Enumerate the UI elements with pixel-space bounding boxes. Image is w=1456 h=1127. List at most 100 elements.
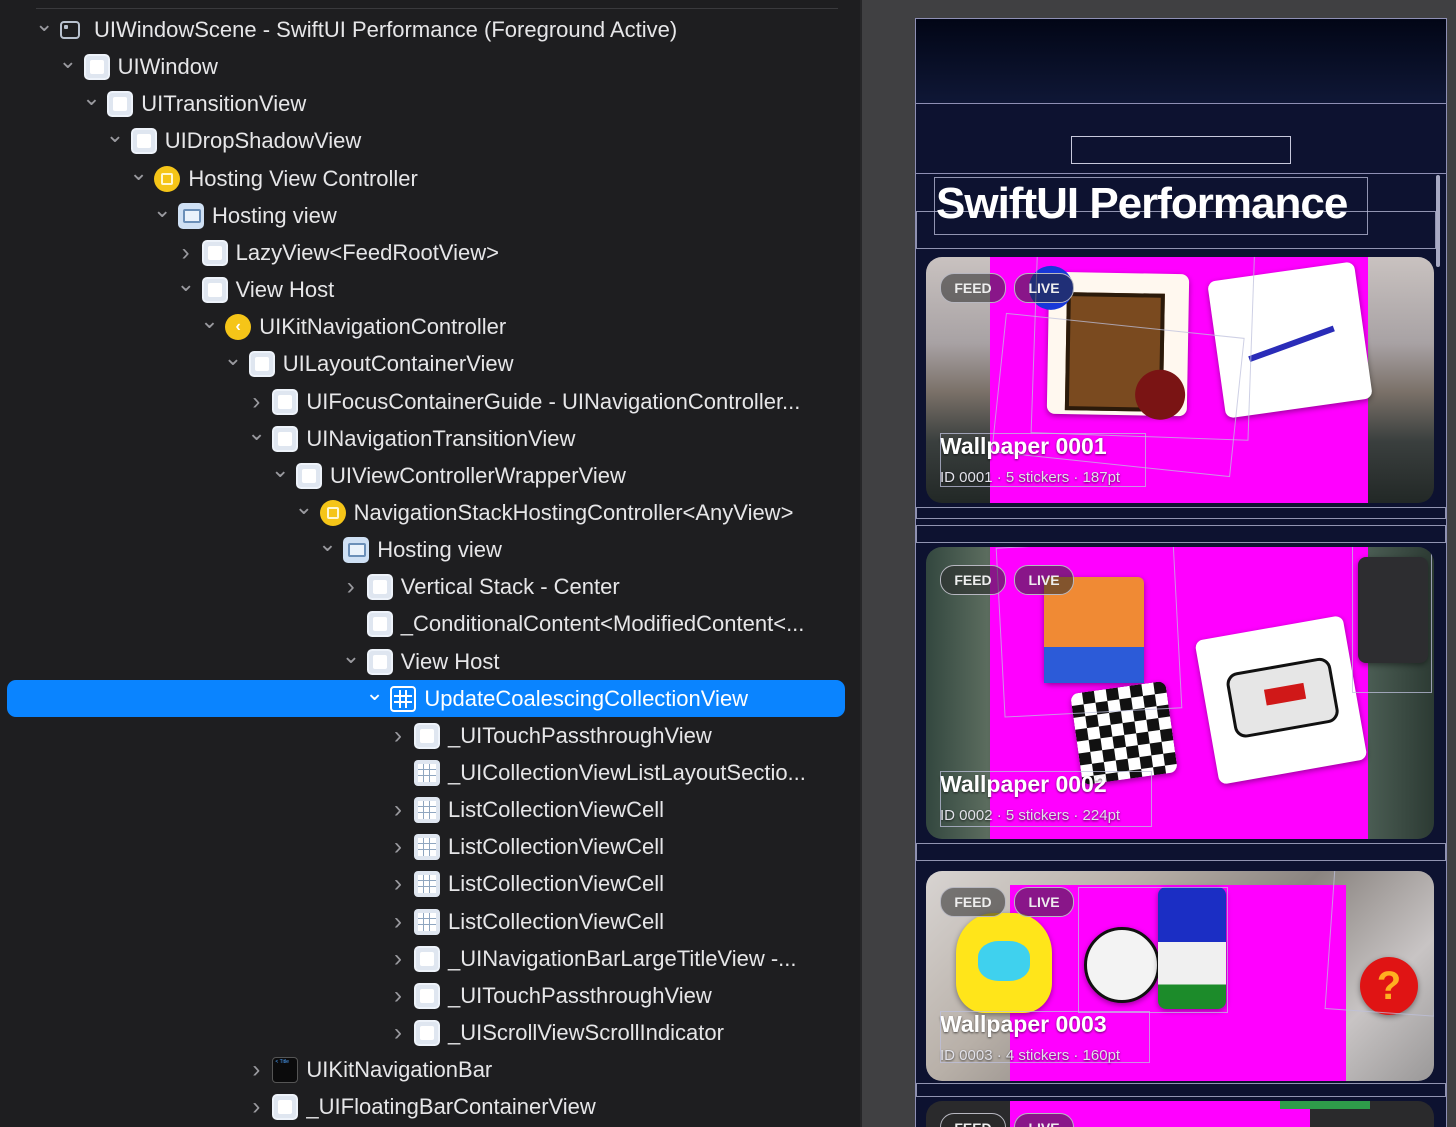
hierarchy-row-label: ListCollectionViewCell: [448, 871, 665, 897]
scroll-indicator[interactable]: [1436, 175, 1440, 267]
chevron-down-icon[interactable]: ⌄: [295, 494, 313, 531]
hierarchy-row[interactable]: ⌄ UIWindowScene - SwiftUI Performance (Fo…: [0, 11, 860, 48]
hierarchy-row[interactable]: ⌄ UINavigationTransitionView: [0, 420, 860, 457]
chevron-down-icon[interactable]: ⌄: [200, 308, 218, 345]
feed-badge: FEED: [940, 887, 1006, 917]
chevron-right-icon[interactable]: ›: [389, 865, 407, 902]
wallpaper-card[interactable]: FEED LIVE Wallpaper 0002 ID 0002 · 5 sti…: [926, 547, 1434, 839]
chevron-down-icon[interactable]: ⌄: [153, 197, 171, 234]
hierarchy-row-label: UpdateCoalescingCollectionView: [424, 685, 749, 711]
chevron-down-icon[interactable]: ⌄: [82, 85, 100, 122]
chevron-down-icon[interactable]: ⌄: [247, 420, 265, 457]
chevron-down-icon[interactable]: ⌄: [59, 48, 77, 85]
chevron-down-icon[interactable]: ⌄: [106, 122, 124, 159]
wallpaper-card[interactable]: ? FEED LIVE Wallpaper 0003 ID 0003 · 4 s…: [926, 871, 1434, 1081]
live-badge: LIVE: [1014, 565, 1074, 595]
chevron-down-icon[interactable]: ⌄: [35, 11, 53, 48]
hierarchy-row[interactable]: ⌄ View Host: [0, 643, 860, 680]
hierarchy-row[interactable]: _ConditionalContent<ModifiedContent<...: [0, 605, 860, 642]
card-text-outline[interactable]: [940, 433, 1146, 487]
navigation-bar-content-outline[interactable]: [1071, 136, 1291, 164]
view-debugger-canvas[interactable]: SwiftUI Performance FEED LIVE Wallpaper …: [862, 0, 1456, 1127]
chevron-right-icon[interactable]: ›: [247, 1088, 265, 1125]
hierarchy-row-label: ListCollectionViewCell: [448, 834, 665, 860]
view-icon: [366, 574, 393, 601]
hierarchy-row[interactable]: › ListCollectionViewCell: [0, 828, 860, 865]
chevron-down-icon[interactable]: ⌄: [271, 457, 289, 494]
hierarchy-row[interactable]: ⌄ NavigationStackHostingController<AnyVie…: [0, 494, 860, 531]
collection-view-icon: [414, 797, 440, 824]
hierarchy-row[interactable]: ⌄ Hosting view: [0, 531, 860, 568]
chevron-down-icon[interactable]: ⌄: [224, 345, 242, 382]
chevron-right-icon[interactable]: ›: [247, 383, 265, 420]
window-scene-icon: [60, 21, 80, 39]
hierarchy-row-label: UIDropShadowView: [164, 128, 362, 154]
hierarchy-row[interactable]: ⌄ Hosting View Controller: [0, 160, 860, 197]
chevron-down-icon[interactable]: ⌄: [177, 271, 195, 308]
feed-badge: FEED: [940, 565, 1006, 595]
device-preview[interactable]: SwiftUI Performance FEED LIVE Wallpaper …: [915, 18, 1447, 1127]
chevron-down-icon[interactable]: ⌄: [318, 531, 336, 568]
chevron-right-icon[interactable]: ›: [389, 977, 407, 1014]
hierarchy-row[interactable]: ⌄ Hosting view: [0, 197, 860, 234]
hierarchy-row[interactable]: › _UIScrollViewScrollIndicator: [0, 1014, 860, 1051]
sticker-frame-outline[interactable]: [1078, 887, 1228, 1013]
chevron-down-icon[interactable]: ⌄: [342, 643, 360, 680]
chevron-right-icon[interactable]: ›: [342, 568, 360, 605]
large-title: SwiftUI Performance: [936, 179, 1348, 228]
hierarchy-row[interactable]: › _UIFloatingBarContainerView: [0, 1088, 860, 1125]
chevron-right-icon[interactable]: ›: [389, 828, 407, 865]
hierarchy-row[interactable]: › ListCollectionViewCell: [0, 791, 860, 828]
hierarchy-row-label: Hosting view: [212, 202, 337, 228]
hierarchy-row[interactable]: › LazyView<FeedRootView>: [0, 234, 860, 271]
chevron-right-icon[interactable]: ›: [389, 791, 407, 828]
hierarchy-row-label: _UITouchPassthroughView: [448, 982, 712, 1008]
wallpaper-card[interactable]: FEED LIVE: [926, 1101, 1434, 1127]
hierarchy-row-label: NavigationStackHostingController<AnyView…: [353, 499, 794, 525]
hierarchy-row[interactable]: › UIKitNavigationBar: [0, 1051, 860, 1088]
cell-separator-outline: [916, 525, 1446, 543]
hierarchy-row[interactable]: › ListCollectionViewCell: [0, 865, 860, 902]
chevron-down-icon[interactable]: ⌄: [129, 160, 147, 197]
hierarchy-row[interactable]: › _UINavigationBarLargeTitleView -...: [0, 940, 860, 977]
live-badge: LIVE: [1014, 273, 1074, 303]
hierarchy-row[interactable]: ⌄ UIWindow: [0, 48, 860, 85]
cell-separator-outline: [916, 843, 1446, 861]
wallpaper-card[interactable]: FEED LIVE Wallpaper 0001 ID 0001 · 5 sti…: [926, 257, 1434, 503]
card-text-outline[interactable]: [940, 771, 1152, 827]
hierarchy-row[interactable]: ⌄ UIDropShadowView: [0, 122, 860, 159]
sticker-image[interactable]: [956, 913, 1052, 1013]
hierarchy-row-label: View Host: [400, 648, 500, 674]
hierarchy-row-label: _UIFloatingBarContainerView: [306, 1094, 596, 1120]
hierarchy-row[interactable]: ⌄ UILayoutContainerView: [0, 345, 860, 382]
hierarchy-row[interactable]: › _UITouchPassthroughView: [0, 717, 860, 754]
chevron-right-icon[interactable]: ›: [389, 717, 407, 754]
hosting-view-icon: [343, 537, 370, 564]
hierarchy-row[interactable]: ⌄ UIViewControllerWrapperView: [0, 457, 860, 494]
hierarchy-row-label: UIWindowScene - SwiftUI Performance (For…: [94, 17, 678, 42]
hierarchy-row[interactable]: ⌄ ‹ UIKitNavigationController: [0, 308, 860, 345]
chevron-right-icon[interactable]: ›: [389, 940, 407, 977]
hierarchy-row[interactable]: ⌄ View Host: [0, 271, 860, 308]
sticker-image[interactable]: [1194, 615, 1368, 785]
hierarchy-row[interactable]: › _UITouchPassthroughView: [0, 977, 860, 1014]
live-badge: LIVE: [1014, 1113, 1074, 1127]
hierarchy-row-selected[interactable]: ⌄ UpdateCoalescingCollectionView: [7, 679, 845, 717]
hierarchy-row[interactable]: › Vertical Stack - Center: [0, 568, 860, 605]
card-text-outline[interactable]: [940, 1011, 1150, 1063]
hierarchy-row-label: UILayoutContainerView: [282, 351, 514, 377]
hierarchy-row[interactable]: ⌄ UITransitionView: [0, 85, 860, 122]
sticker-frame-outline[interactable]: [1352, 547, 1432, 693]
chevron-right-icon[interactable]: ›: [177, 234, 195, 271]
view-icon: [366, 611, 393, 638]
hierarchy-row-label: _ConditionalContent<ModifiedContent<...: [400, 611, 805, 637]
hierarchy-row[interactable]: › UIFocusContainerGuide - UINavigationCon…: [0, 383, 860, 420]
view-hierarchy-panel: ⌄ UIWindowScene - SwiftUI Performance (Fo…: [0, 0, 860, 1127]
chevron-right-icon[interactable]: ›: [389, 1014, 407, 1051]
sticker-frame-outline[interactable]: [1324, 871, 1434, 1017]
chevron-right-icon[interactable]: ›: [389, 903, 407, 940]
hierarchy-row[interactable]: › ListCollectionViewCell: [0, 903, 860, 940]
chevron-right-icon[interactable]: ›: [247, 1051, 265, 1088]
chevron-down-icon[interactable]: ⌄: [365, 680, 383, 717]
hierarchy-row[interactable]: _UICollectionViewListLayoutSectio...: [0, 754, 860, 791]
